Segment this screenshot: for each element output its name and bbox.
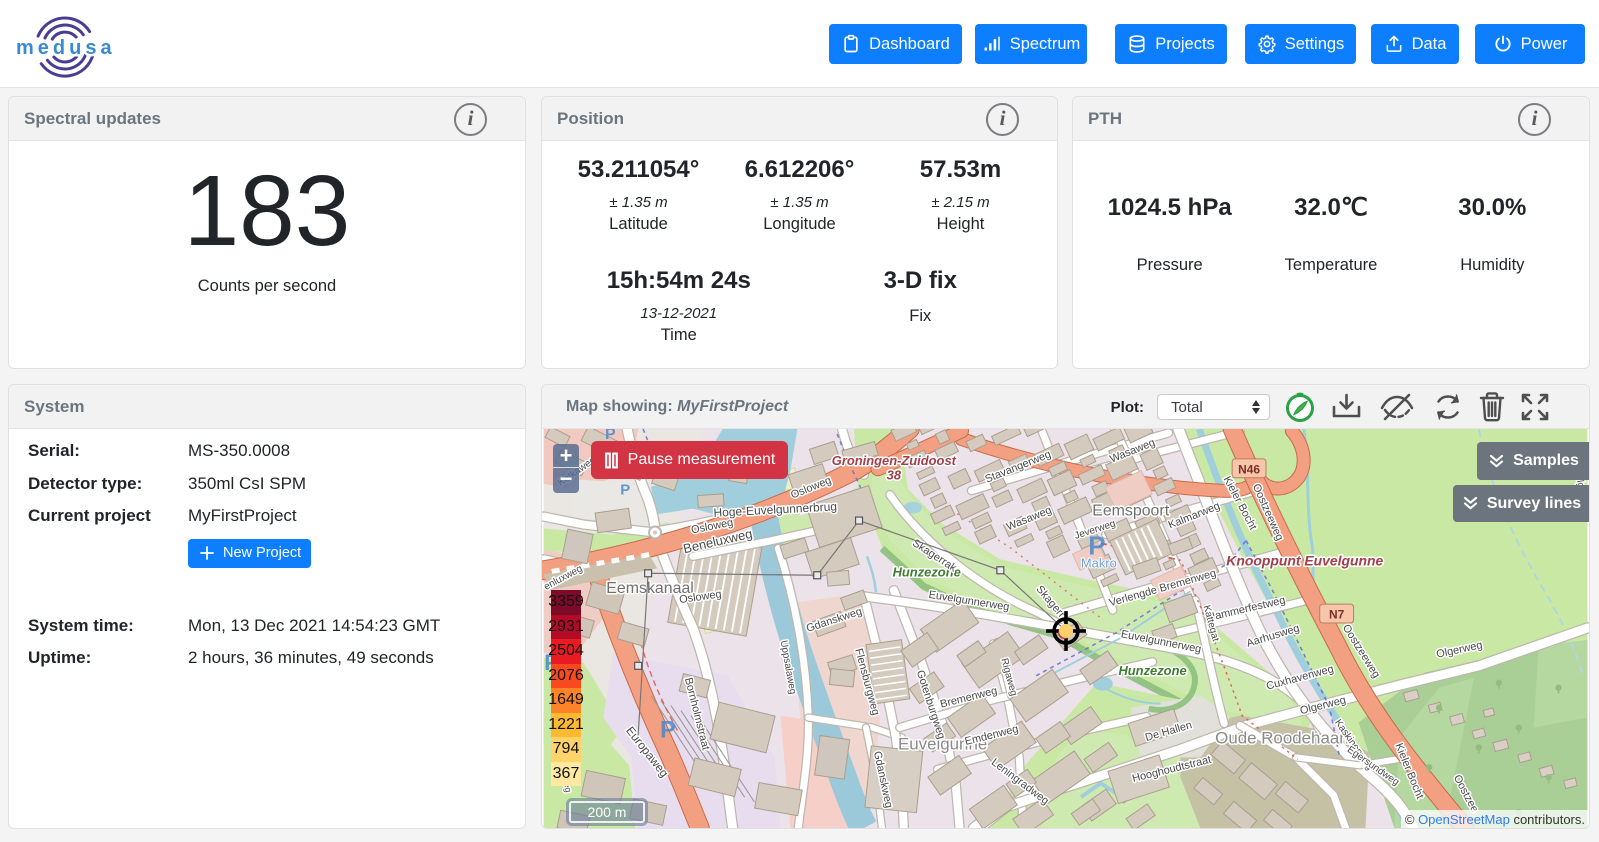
svg-text:Oude Roodehaan: Oude Roodehaan — [1215, 728, 1348, 747]
svg-text:P: P — [660, 716, 676, 743]
svg-text:Hunzezone: Hunzezone — [1118, 663, 1186, 678]
svg-text:N46: N46 — [1238, 462, 1260, 476]
svg-text:Groningen-Zuidoost: Groningen-Zuidoost — [832, 453, 957, 468]
svg-text:38: 38 — [887, 468, 902, 483]
svg-text:P: P — [1088, 532, 1105, 560]
svg-text:P: P — [620, 482, 630, 499]
svg-text:Knooppunt Euvelgunne: Knooppunt Euvelgunne — [1226, 552, 1383, 568]
svg-text:N7: N7 — [1329, 608, 1345, 622]
svg-text:Eemspoort: Eemspoort — [1092, 503, 1169, 520]
